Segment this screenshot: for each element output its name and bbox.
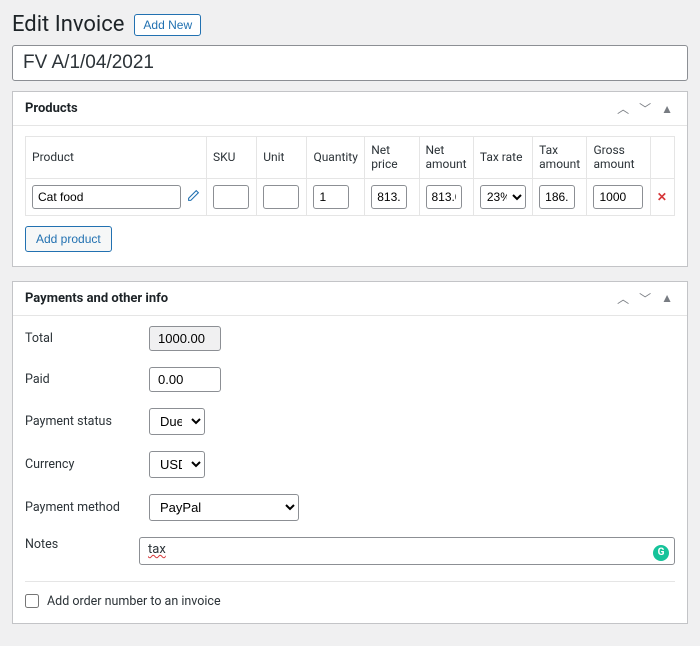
sku-input[interactable] bbox=[213, 185, 249, 209]
currency-select[interactable]: USD bbox=[149, 451, 205, 478]
payment-method-select[interactable]: PayPal bbox=[149, 494, 299, 521]
col-net-amount: Net amount bbox=[419, 137, 473, 179]
tax-rate-select[interactable]: 23% bbox=[480, 185, 526, 209]
products-panel-title: Products bbox=[25, 101, 78, 116]
total-label: Total bbox=[25, 331, 149, 346]
panel-toggle-icon[interactable]: ▲ bbox=[659, 102, 675, 116]
col-gross-amount: Gross amount bbox=[587, 137, 650, 179]
panel-down-icon[interactable]: ﹀ bbox=[637, 100, 653, 117]
col-product: Product bbox=[26, 137, 207, 179]
tax-amount-input[interactable] bbox=[539, 185, 575, 209]
col-net-price: Net price bbox=[365, 137, 419, 179]
add-order-checkbox[interactable] bbox=[25, 594, 39, 608]
table-row: 23% ✕ bbox=[26, 178, 675, 215]
page-title: Edit Invoice bbox=[12, 12, 124, 37]
payments-panel-title: Payments and other info bbox=[25, 291, 168, 306]
add-new-button[interactable]: Add New bbox=[134, 14, 201, 36]
add-product-button[interactable]: Add product bbox=[25, 226, 112, 252]
paid-input[interactable] bbox=[149, 367, 221, 392]
payment-status-label: Payment status bbox=[25, 414, 149, 429]
currency-label: Currency bbox=[25, 457, 149, 472]
payment-method-label: Payment method bbox=[25, 500, 149, 515]
remove-row-icon[interactable]: ✕ bbox=[650, 178, 674, 215]
add-order-label: Add order number to an invoice bbox=[47, 594, 221, 609]
panel-toggle-icon[interactable]: ▲ bbox=[659, 291, 675, 305]
invoice-title-input[interactable] bbox=[12, 45, 688, 81]
col-tax-rate: Tax rate bbox=[473, 137, 532, 179]
total-input bbox=[149, 326, 221, 351]
col-quantity: Quantity bbox=[307, 137, 365, 179]
col-tax-amount: Tax amount bbox=[533, 137, 587, 179]
payments-panel: Payments and other info ︿ ﹀ ▲ Total Paid… bbox=[12, 281, 688, 624]
products-panel: Products ︿ ﹀ ▲ Product SKU Unit Quantity… bbox=[12, 91, 688, 267]
payment-status-select[interactable]: Due bbox=[149, 408, 205, 435]
products-table: Product SKU Unit Quantity Net price Net … bbox=[25, 136, 675, 216]
notes-label: Notes bbox=[25, 537, 139, 552]
edit-product-icon[interactable] bbox=[187, 189, 200, 205]
net-price-input[interactable] bbox=[371, 185, 407, 209]
net-amount-input[interactable] bbox=[426, 185, 462, 209]
panel-up-icon[interactable]: ︿ bbox=[615, 290, 631, 307]
col-sku: SKU bbox=[206, 137, 256, 179]
notes-textarea[interactable]: tax bbox=[139, 537, 675, 565]
panel-down-icon[interactable]: ﹀ bbox=[637, 290, 653, 307]
col-unit: Unit bbox=[257, 137, 307, 179]
panel-up-icon[interactable]: ︿ bbox=[615, 100, 631, 117]
quantity-input[interactable] bbox=[313, 185, 349, 209]
unit-input[interactable] bbox=[263, 185, 299, 209]
paid-label: Paid bbox=[25, 372, 149, 387]
product-name-input[interactable] bbox=[32, 185, 181, 209]
gross-amount-input[interactable] bbox=[593, 185, 643, 209]
